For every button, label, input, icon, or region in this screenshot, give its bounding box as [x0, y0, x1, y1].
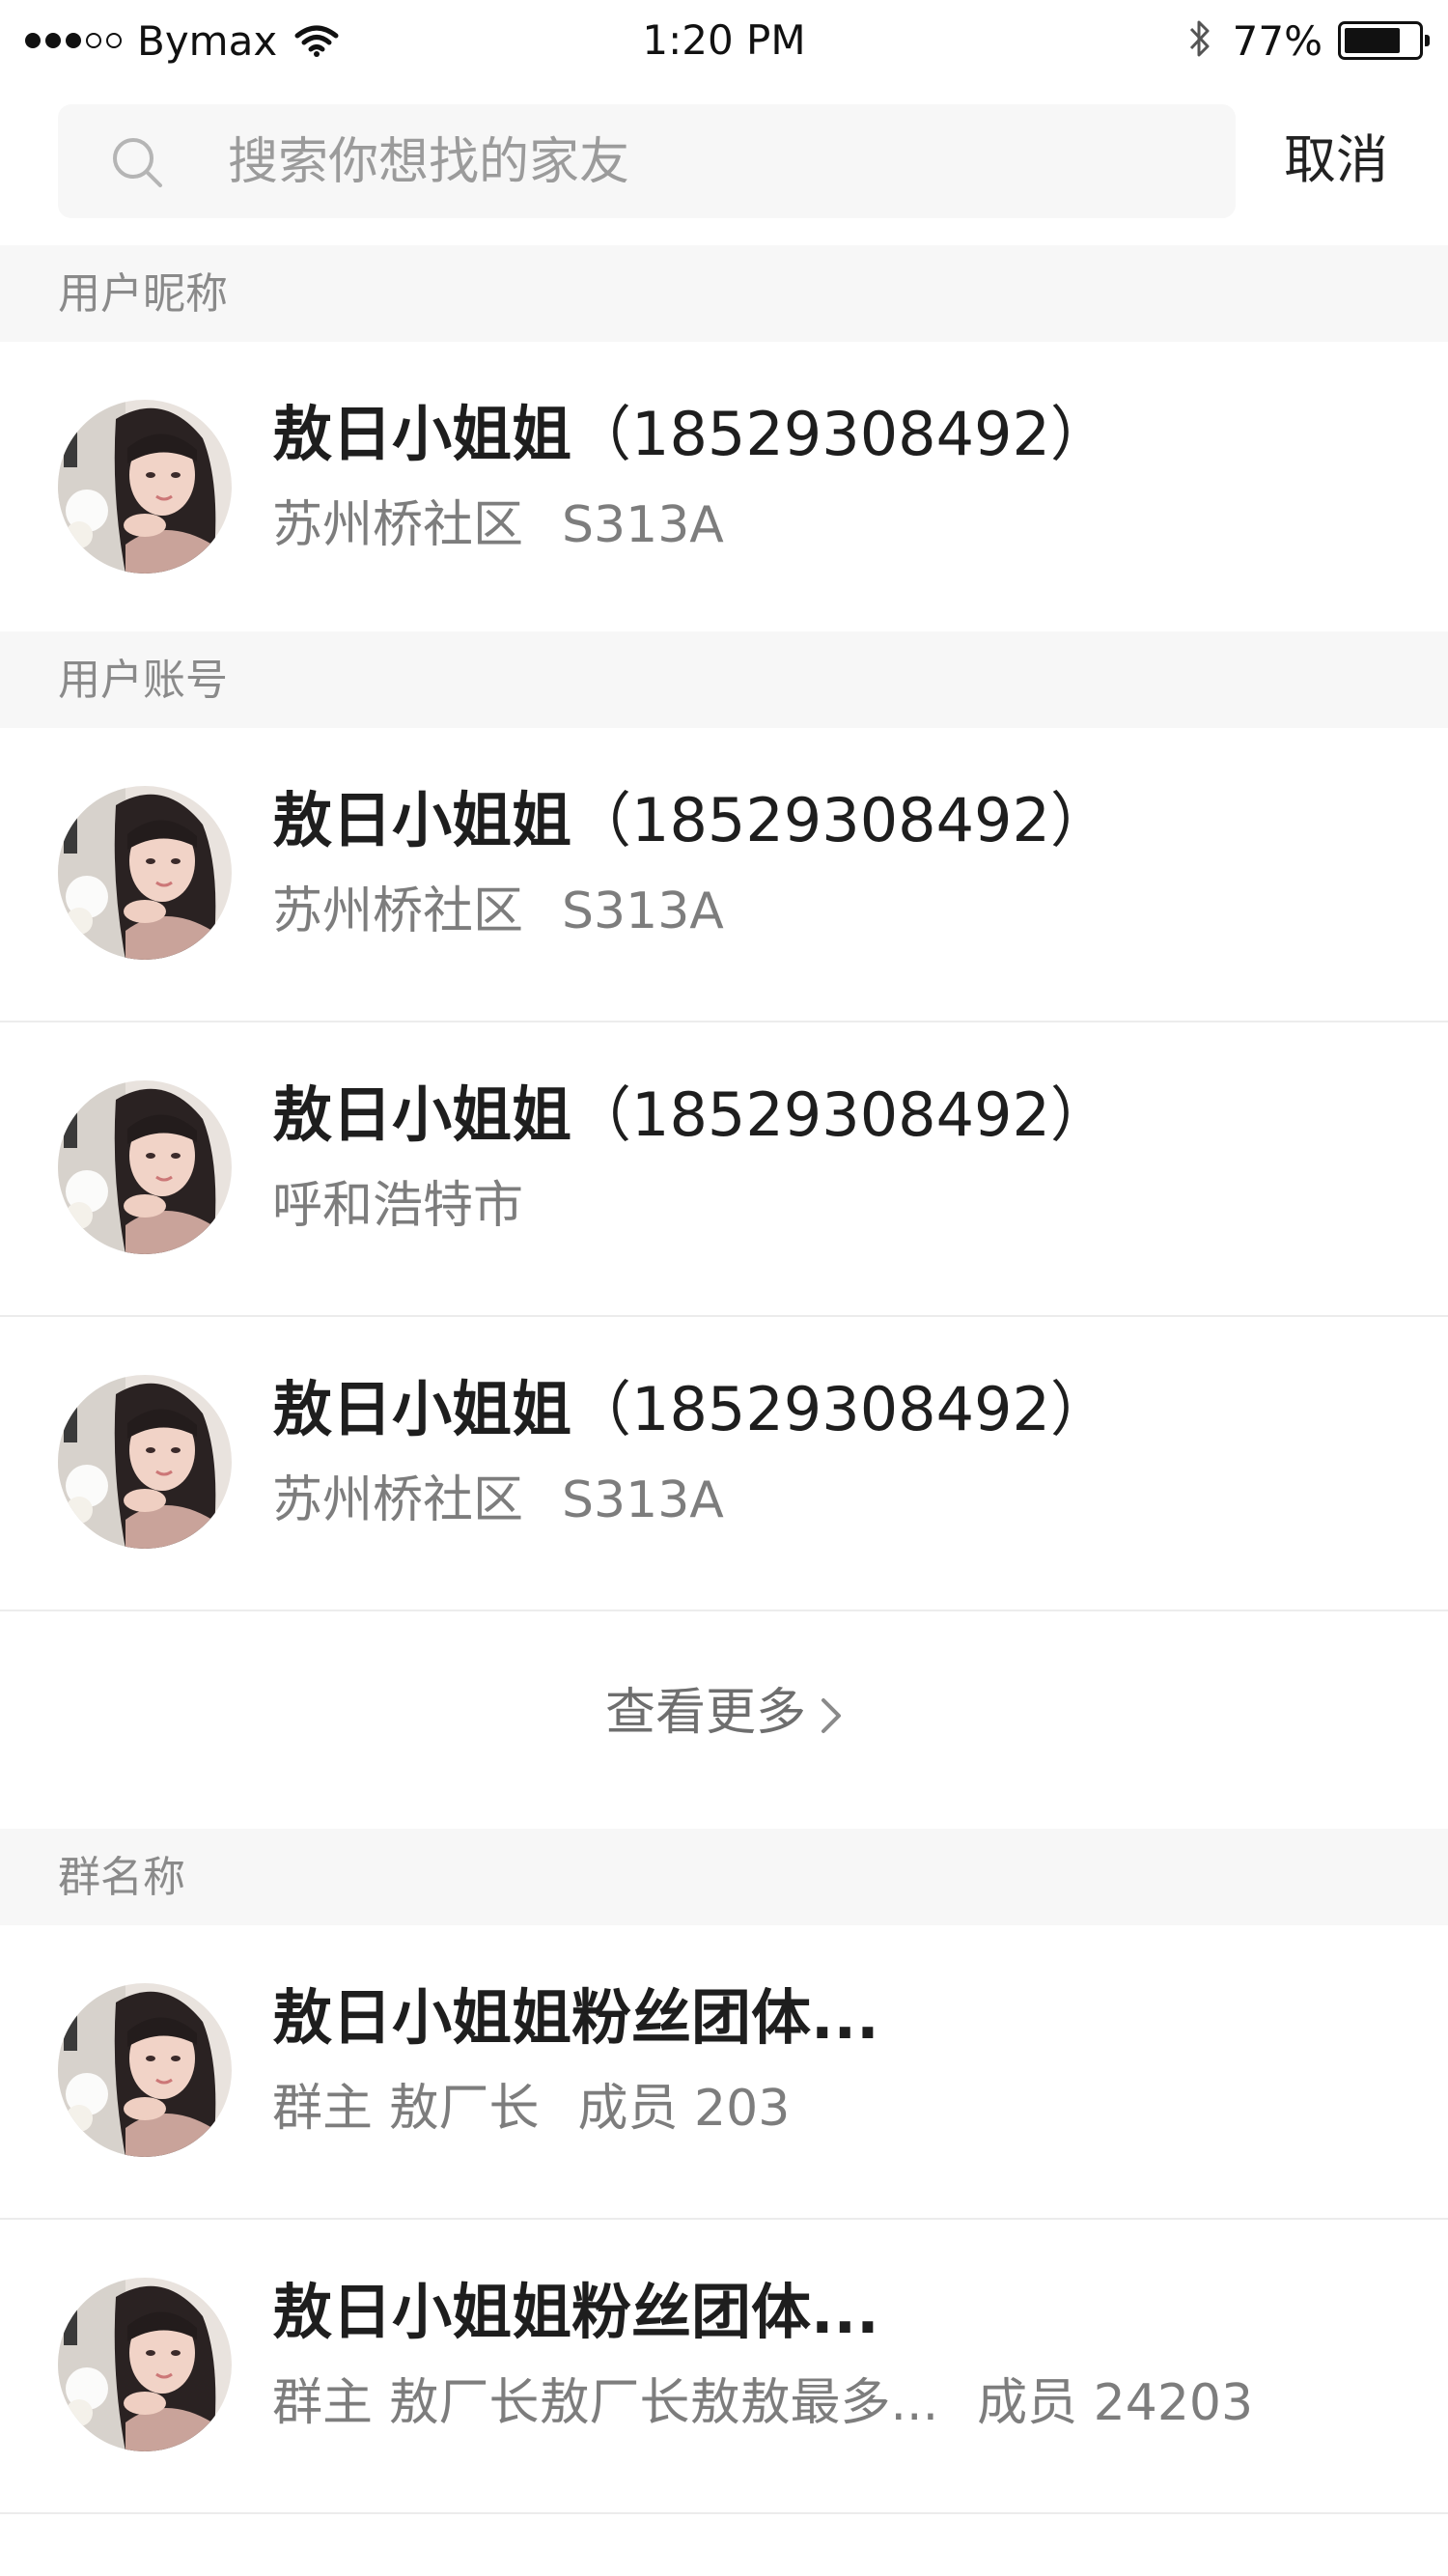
user-phone: （18529308492）	[571, 399, 1110, 469]
search-input[interactable]	[226, 104, 1195, 220]
battery-icon	[1338, 21, 1430, 60]
view-more-label: 查看更多	[604, 1684, 806, 1742]
list-item[interactable]: 敖日小姐姐（18529308492） 苏州桥社区 S313A	[0, 728, 1448, 1022]
group-members: 成员 24203	[977, 2374, 1254, 2432]
group-title: 敖日小姐姐粉丝团体...	[272, 2274, 879, 2351]
chevron-right-icon	[821, 1698, 841, 1733]
user-phone: （18529308492）	[571, 1374, 1110, 1444]
avatar	[58, 1983, 232, 2157]
user-code: S313A	[562, 496, 724, 554]
user-title: 敖日小姐姐（18529308492）	[272, 396, 1110, 473]
user-phone: （18529308492）	[571, 785, 1110, 855]
user-location: 苏州桥社区	[272, 496, 524, 554]
user-name: 敖日小姐姐	[272, 399, 572, 469]
user-title: 敖日小姐姐（18529308492）	[272, 782, 1110, 859]
section-title: 群名称	[58, 1853, 185, 1902]
group-owner: 群主 敖厂长敖厂长敖敖最多...	[272, 2374, 939, 2432]
user-subtitle: 苏州桥社区 S313A	[272, 881, 724, 942]
user-location: 苏州桥社区	[272, 882, 524, 940]
user-name: 敖日小姐姐	[272, 785, 572, 855]
status-bar: Bymax 1:20 PM 77%	[0, 0, 1448, 81]
list-item[interactable]: 敖日小姐姐（18529308492） 苏州桥社区 S313A	[0, 342, 1448, 636]
group-item[interactable]: 敖日小姐姐粉丝团体... 群主 敖厂长 成员 203	[0, 1925, 1448, 2220]
section-title: 用户账号	[58, 656, 228, 705]
group-name: 敖日小姐姐粉丝团体...	[272, 2277, 879, 2347]
list-item[interactable]: 敖日小姐姐（18529308492） 呼和浩特市	[0, 1022, 1448, 1317]
user-phone: （18529308492）	[571, 1079, 1110, 1150]
search-bar: 取消	[0, 102, 1448, 220]
user-subtitle: 苏州桥社区 S313A	[272, 494, 724, 556]
cancel-button[interactable]: 取消	[1284, 129, 1388, 191]
section-header-nickname: 用户昵称	[0, 245, 1448, 342]
user-code: S313A	[562, 882, 724, 940]
user-location: 呼和浩特市	[272, 1177, 524, 1235]
section-title: 用户昵称	[58, 269, 228, 319]
battery-percent: 77%	[1232, 16, 1323, 65]
avatar	[58, 1080, 232, 1254]
user-code: S313A	[562, 1471, 724, 1529]
section-header-groups: 群名称	[0, 1829, 1448, 1925]
search-box[interactable]	[58, 104, 1236, 220]
view-more-button[interactable]: 查看更多	[0, 1614, 1448, 1829]
avatar	[58, 1375, 232, 1549]
bluetooth-icon	[1188, 17, 1211, 64]
group-item[interactable]: 敖日小姐姐粉丝团体... 群主 敖厂长敖厂长敖敖最多... 成员 24203	[0, 2220, 1448, 2514]
list-item[interactable]: 敖日小姐姐（18529308492） 苏州桥社区 S313A	[0, 1317, 1448, 1611]
avatar	[58, 400, 232, 574]
user-name: 敖日小姐姐	[272, 1079, 572, 1150]
group-name: 敖日小姐姐粉丝团体...	[272, 1982, 879, 2053]
user-subtitle: 呼和浩特市	[272, 1175, 523, 1237]
user-location: 苏州桥社区	[272, 1471, 524, 1529]
group-subtitle: 群主 敖厂长 成员 203	[272, 2078, 790, 2140]
group-members: 成员 203	[577, 2080, 791, 2138]
user-title: 敖日小姐姐（18529308492）	[272, 1371, 1110, 1448]
group-title: 敖日小姐姐粉丝团体...	[272, 1979, 879, 2057]
user-subtitle: 苏州桥社区 S313A	[272, 1470, 724, 1531]
avatar	[58, 2278, 232, 2451]
avatar	[58, 786, 232, 960]
section-header-account: 用户账号	[0, 631, 1448, 728]
search-icon	[110, 135, 164, 193]
user-name: 敖日小姐姐	[272, 1374, 572, 1444]
user-title: 敖日小姐姐（18529308492）	[272, 1077, 1110, 1154]
group-subtitle: 群主 敖厂长敖厂长敖敖最多... 成员 24203	[272, 2372, 1253, 2434]
group-owner: 群主 敖厂长	[272, 2080, 540, 2138]
